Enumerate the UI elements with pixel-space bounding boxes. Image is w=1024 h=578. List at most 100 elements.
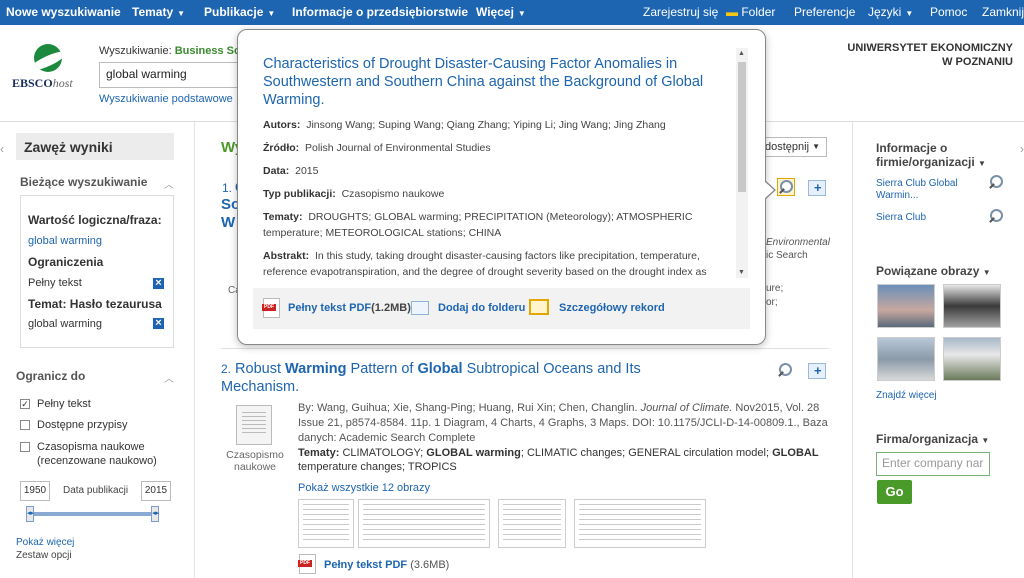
result-1-title-line3[interactable]: W	[221, 214, 235, 231]
checkbox-peer-reviewed[interactable]	[20, 442, 30, 452]
collapse-left-arrow-icon[interactable]: ‹	[0, 142, 4, 156]
current-search-title[interactable]: Bieżące wyszukiwanie	[20, 175, 147, 189]
nav-folder[interactable]: ▬ Folder	[726, 5, 775, 19]
date-slider-track[interactable]	[27, 512, 159, 516]
narrow-results-header: Zawęż wyniki	[16, 133, 174, 160]
logo-brand-text: EBSCO	[12, 76, 53, 90]
result-2-title[interactable]: 2. Robust Warming Pattern of Global Subt…	[221, 360, 691, 396]
boolean-value-link[interactable]: global warming	[28, 235, 102, 247]
popup-abstract: Abstrakt: In this study, taking drought …	[263, 250, 707, 278]
pdf-icon[interactable]	[262, 298, 280, 318]
basic-search-link[interactable]: Wyszukiwanie podstawowe	[99, 93, 233, 105]
related-images-title[interactable]: Powiązane obrazy ▼	[876, 264, 991, 280]
top-navigation-bar: Nowe wyszukiwanie Tematy ▼ Publikacje ▼ In…	[0, 0, 1024, 25]
find-more-link[interactable]: Znajdź więcej	[876, 390, 937, 402]
result-2-metadata: By: Wang, Guihua; Xie, Shang-Ping; Huang…	[298, 402, 828, 444]
result-1-subjects: ure;	[766, 283, 784, 294]
popup-subjects: Tematy: DROUGHTS; GLOBAL warming; PRECIP…	[263, 211, 693, 239]
figure-thumbnail[interactable]	[358, 499, 490, 548]
figure-thumbnail[interactable]	[498, 499, 566, 548]
preview-magnifier-icon[interactable]	[777, 362, 795, 380]
popup-pdf-link[interactable]: Pełny tekst PDF(1.2MB)	[288, 302, 411, 314]
checkbox-full-text[interactable]: ✓	[20, 399, 30, 409]
page-options-dropdown[interactable]: dostępnij ▼	[760, 137, 827, 157]
year-to-input[interactable]: 2015	[141, 481, 171, 501]
search-database-label: Wyszukiwanie: Business Sou	[99, 45, 248, 57]
limit-to-title[interactable]: Ogranicz do	[16, 369, 85, 383]
go-button[interactable]: Go	[877, 480, 912, 504]
detailed-record-icon[interactable]	[529, 299, 549, 315]
nav-exit[interactable]: Zamknij	[982, 5, 1024, 19]
related-image-thumbnail[interactable]	[877, 337, 935, 381]
globe-icon	[34, 44, 62, 72]
popup-source: Źródło: Polish Journal of Environmental …	[263, 142, 491, 154]
figure-thumbnail[interactable]	[574, 499, 706, 548]
checkbox-references[interactable]	[20, 420, 30, 430]
related-image-thumbnail[interactable]	[943, 337, 1001, 381]
chevron-down-icon: ▼	[905, 9, 914, 18]
date-slider-handle-right[interactable]: ◂▸	[151, 506, 159, 522]
nav-subjects[interactable]: Tematy ▼	[132, 5, 185, 19]
date-slider-handle-left[interactable]: ◂▸	[26, 506, 34, 522]
company-search-input[interactable]: Enter company nar	[876, 452, 990, 476]
nav-preferences[interactable]: Preferencje	[794, 5, 855, 19]
chevron-down-icon: ▼	[517, 9, 526, 18]
result-2-doctype: Czasopismo naukowe	[226, 449, 284, 473]
figure-thumbnail[interactable]	[298, 499, 354, 548]
related-image-thumbnail[interactable]	[877, 284, 935, 328]
result-2-pdf-link[interactable]: Pełny tekst PDF (3.6MB)	[324, 559, 449, 571]
chevron-down-icon: ▼	[978, 159, 986, 168]
ebsco-logo[interactable]: EBSCOhost	[12, 44, 86, 94]
scroll-down-icon[interactable]: ▼	[738, 269, 745, 276]
document-icon	[236, 405, 272, 445]
show-all-images-link[interactable]: Pokaż wszystkie 12 obrazy	[298, 482, 430, 494]
magnifier-icon[interactable]	[988, 174, 1006, 192]
chevron-up-icon[interactable]: ︿	[164, 370, 174, 385]
options-link[interactable]: Zestaw opcji	[16, 550, 72, 561]
nav-languages[interactable]: Języki ▼	[868, 5, 913, 19]
related-image-thumbnail[interactable]	[943, 284, 1001, 328]
record-preview-popup: Characteristics of Drought Disaster-Caus…	[237, 29, 776, 345]
magnifier-icon[interactable]	[988, 208, 1006, 226]
collapse-right-arrow-icon[interactable]: ›	[1020, 142, 1024, 156]
chevron-down-icon: ▼	[177, 9, 186, 18]
company-link-sierra-global[interactable]: Sierra Club Global Warmin...	[876, 178, 976, 202]
company-info-title[interactable]: Informacje o firmie/organizacji ▼	[876, 141, 996, 171]
remove-subject-icon[interactable]: ×	[153, 318, 164, 329]
checkbox-peer-reviewed-label[interactable]: Czasopisma naukowe (recenzowane naukowo)	[37, 440, 167, 468]
nav-sign-in[interactable]: Zarejestruj się	[643, 5, 718, 19]
nav-company-info[interactable]: Informacje o przedsiębiorstwie	[292, 5, 468, 19]
popup-detailed-record-link[interactable]: Szczegółowy rekord	[559, 302, 665, 314]
nav-new-search[interactable]: Nowe wyszukiwanie	[6, 5, 121, 19]
add-to-folder-icon[interactable]	[808, 363, 826, 379]
checkbox-full-text-label[interactable]: Pełny tekst	[37, 397, 91, 411]
popup-authors: Autors: Jinsong Wang; Suping Wang; Qiang…	[263, 119, 666, 131]
scrollbar-thumb[interactable]	[738, 62, 746, 192]
popup-add-folder-link[interactable]: Dodaj do folderu	[438, 302, 525, 314]
chevron-down-icon: ▼	[982, 268, 991, 277]
add-to-folder-icon[interactable]	[808, 180, 826, 196]
chevron-down-icon: ▼	[267, 9, 276, 18]
result-1-database: ic Search	[766, 250, 808, 261]
folder-icon: ▬	[726, 5, 738, 19]
chevron-up-icon[interactable]: ︿	[164, 176, 174, 191]
active-preview-icon[interactable]	[777, 178, 795, 196]
right-panel-divider	[852, 122, 853, 578]
popup-scrollbar[interactable]: ▲ ▼	[736, 48, 748, 278]
popup-pubtype: Typ publikacji: Czasopismo naukowe	[263, 188, 445, 200]
search-input[interactable]: global warming	[99, 62, 239, 88]
nav-more[interactable]: Więcej ▼	[476, 5, 526, 19]
nav-publications[interactable]: Publikacje ▼	[204, 5, 275, 19]
checkbox-references-label[interactable]: Dostępne przypisy	[37, 418, 128, 432]
scroll-up-icon[interactable]: ▲	[738, 50, 745, 57]
popup-title[interactable]: Characteristics of Drought Disaster-Caus…	[263, 55, 713, 109]
nav-help[interactable]: Pomoc	[930, 5, 967, 19]
firm-title[interactable]: Firma/organizacja ▼	[876, 432, 989, 448]
remove-limit-icon[interactable]: ×	[153, 278, 164, 289]
chevron-down-icon: ▼	[981, 436, 990, 445]
company-link-sierra-club[interactable]: Sierra Club	[876, 212, 926, 224]
add-folder-icon[interactable]	[411, 301, 429, 315]
pdf-icon[interactable]	[298, 554, 316, 574]
year-from-input[interactable]: 1950	[20, 481, 50, 501]
show-more-link[interactable]: Pokaż więcej	[16, 537, 74, 548]
